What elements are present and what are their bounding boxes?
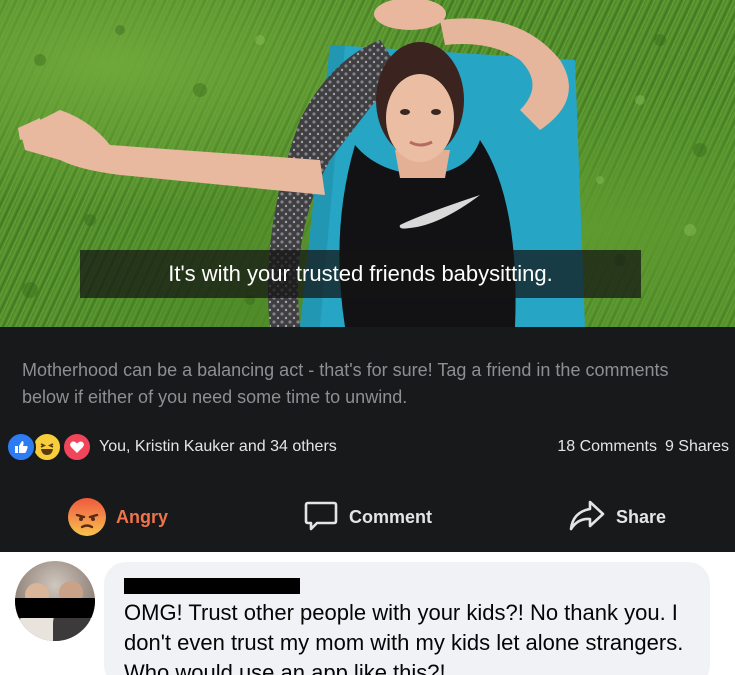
post-panel: Motherhood can be a balancing act - that… [0, 327, 735, 552]
react-button[interactable]: Angry [68, 495, 168, 539]
comment-bubble: OMG! Trust other people with your kids?!… [104, 562, 710, 675]
video-frame[interactable]: It's with your trusted friends babysitti… [0, 0, 735, 327]
love-icon [62, 432, 92, 462]
reaction-icons[interactable] [6, 432, 96, 464]
comment-button[interactable]: Comment [303, 495, 432, 539]
reactions-row[interactable]: You, Kristin Kauker and 34 others 18 Com… [0, 429, 735, 465]
comment-icon [303, 497, 339, 538]
share-icon [568, 497, 606, 538]
like-icon [6, 432, 36, 462]
shares-count-link[interactable]: 9 Shares [665, 438, 729, 456]
angry-label: Angry [116, 506, 169, 527]
comment-section: OMG! Trust other people with your kids?!… [0, 552, 735, 675]
share-label: Share [616, 506, 667, 527]
video-subtitle: It's with your trusted friends babysitti… [80, 250, 641, 298]
post-actions-bar: Angry Comment Share [0, 495, 735, 539]
comments-count-link[interactable]: 18 Comments [557, 438, 657, 456]
reactors-summary[interactable]: You, Kristin Kauker and 34 others [99, 438, 337, 456]
haha-icon [32, 432, 62, 462]
commenter-name-redacted [124, 578, 300, 594]
commenter-avatar[interactable] [15, 561, 95, 641]
avatar-redaction-bar [15, 598, 95, 618]
share-button[interactable]: Share [568, 495, 666, 539]
angry-icon [68, 498, 106, 536]
comment-text: OMG! Trust other people with your kids?!… [124, 600, 684, 675]
post-counts: 18 Comments 9 Shares [557, 438, 729, 456]
post-caption: Motherhood can be a balancing act - that… [22, 360, 669, 407]
comment-label: Comment [349, 506, 433, 527]
